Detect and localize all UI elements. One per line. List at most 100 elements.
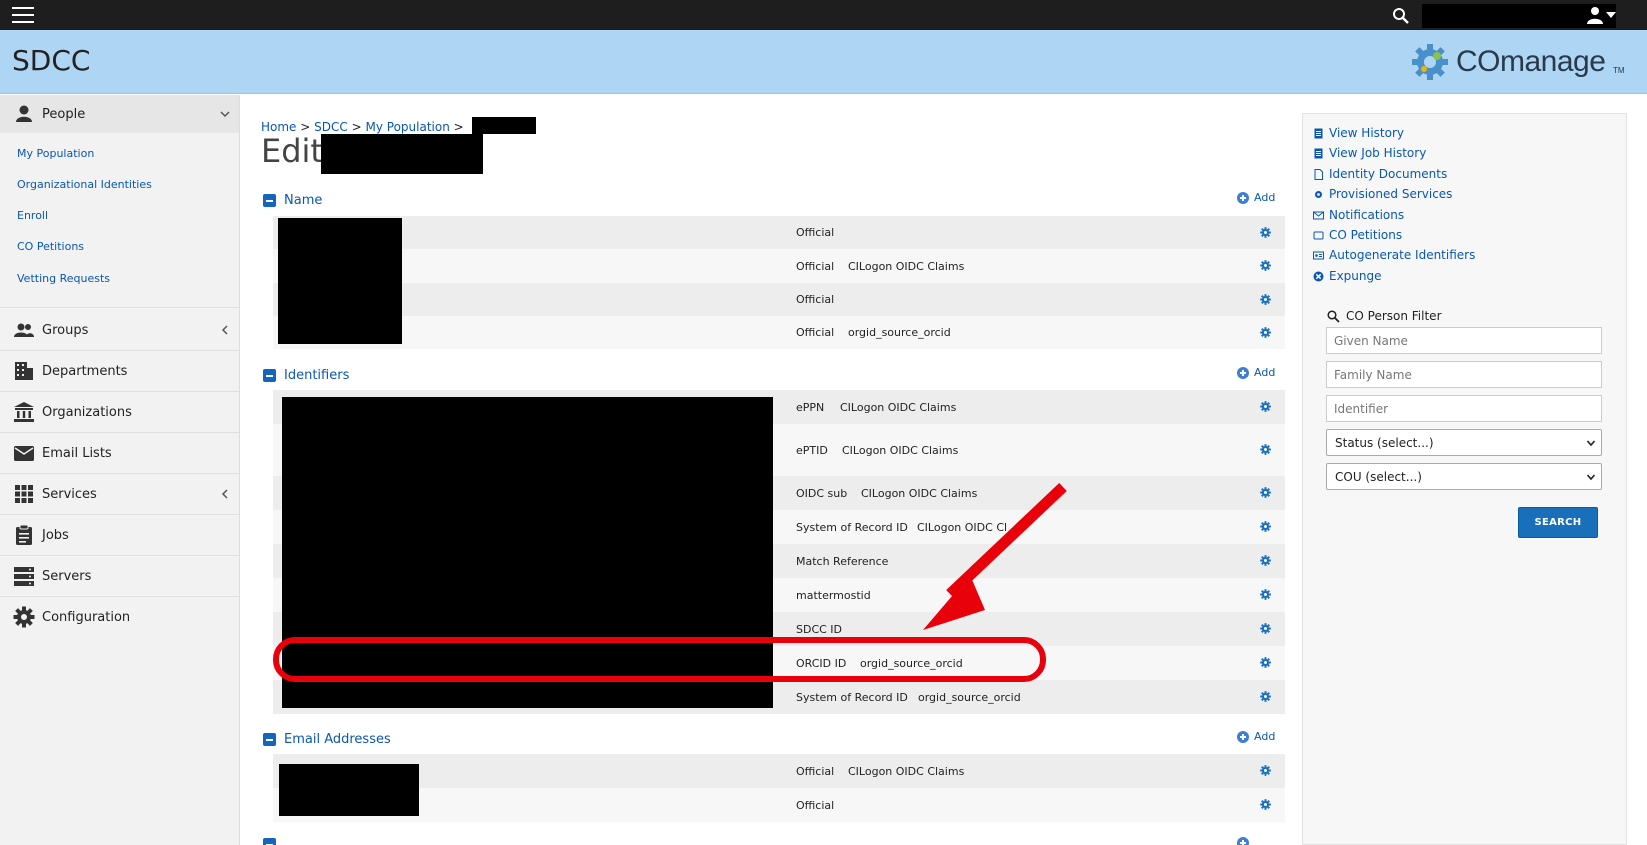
gear-icon[interactable] [1260, 691, 1271, 702]
sidebar-item-groups[interactable]: Groups [0, 311, 239, 349]
gear-icon[interactable] [1260, 765, 1271, 776]
add-next-link[interactable] [1237, 837, 1254, 845]
sidebar-subitem-organizational-identities[interactable]: Organizational Identities [17, 178, 152, 191]
link-label: CO Petitions [1329, 228, 1403, 242]
redacted-identifiers [282, 397, 773, 708]
divider [0, 514, 239, 515]
sidebar-item-email-lists[interactable]: Email Lists [0, 434, 239, 472]
sidebar-item-people[interactable]: People [0, 95, 239, 133]
expunge-link[interactable]: Expunge [1313, 269, 1382, 283]
menu-icon[interactable] [12, 7, 34, 23]
add-icon [1237, 366, 1249, 379]
identifier-input[interactable] [1326, 395, 1602, 422]
divider [0, 307, 239, 308]
gear-icon[interactable] [1260, 227, 1271, 238]
gear-icon[interactable] [1260, 555, 1271, 566]
identity-documents-link[interactable]: Identity Documents [1314, 167, 1448, 181]
link-label: View History [1329, 126, 1404, 140]
view-history-link[interactable]: View History [1314, 126, 1404, 140]
logo-trademark: TM [1613, 66, 1625, 75]
sidebar-item-departments[interactable]: Departments [0, 352, 239, 390]
sidebar-item-configuration[interactable]: Configuration [0, 598, 239, 636]
add-name-link[interactable]: Add [1237, 191, 1275, 204]
gear-icon[interactable] [1260, 401, 1271, 412]
cou-select[interactable]: COU (select...) [1326, 463, 1602, 490]
link-label: Provisioned Services [1329, 187, 1453, 201]
gear-icon[interactable] [1260, 294, 1271, 305]
email-type: Official [796, 764, 835, 778]
sidebar-item-jobs[interactable]: Jobs [0, 516, 239, 554]
sidebar-item-label: Jobs [42, 527, 69, 543]
next-section-toggle[interactable] [263, 838, 284, 845]
gear-logo-icon [1412, 44, 1448, 80]
gear-icon[interactable] [1260, 327, 1271, 338]
add-identifier-link[interactable]: Add [1237, 366, 1275, 379]
identifier-source: CILogon OIDC Claims [842, 443, 959, 457]
gear-icon[interactable] [1260, 260, 1271, 271]
breadcrumb-population-link[interactable]: My Population [366, 120, 450, 134]
name-row[interactable]: Official CILogon OIDC Claims [273, 249, 1285, 283]
institution-icon [14, 402, 34, 422]
sidebar-subitem-co-petitions[interactable]: CO Petitions [17, 240, 84, 253]
gear-icon[interactable] [1260, 521, 1271, 532]
chevron-left-icon [221, 325, 228, 335]
ticket-icon [1313, 231, 1324, 239]
clipboard-icon [16, 524, 32, 545]
provisioned-services-link[interactable]: Provisioned Services [1315, 187, 1453, 201]
link-label: View Job History [1329, 146, 1427, 160]
notifications-link[interactable]: Notifications [1313, 208, 1404, 222]
name-row[interactable]: Official orgid_source_orcid [273, 316, 1285, 349]
family-name-input[interactable] [1326, 361, 1602, 388]
user-menu-caret-icon[interactable] [1606, 12, 1616, 18]
view-job-history-link[interactable]: View Job History [1314, 146, 1427, 160]
gear-icon[interactable] [1260, 589, 1271, 600]
identifiers-section-toggle[interactable]: Identifiers [263, 368, 349, 383]
name-row[interactable]: Official [273, 283, 1285, 316]
gear-icon[interactable] [1260, 487, 1271, 498]
chevron-down-icon [220, 111, 230, 118]
sidebar-subitem-my-population[interactable]: My Population [17, 147, 94, 160]
id-card-icon [1313, 251, 1324, 259]
name-source: CILogon OIDC Claims [848, 259, 965, 273]
building-icon [15, 362, 33, 380]
sidebar-item-label: Servers [42, 568, 92, 584]
sidebar-subitem-vetting-requests[interactable]: Vetting Requests [17, 272, 110, 285]
sidebar-item-servers[interactable]: Servers [0, 557, 239, 595]
gear-icon[interactable] [1260, 657, 1271, 668]
autogenerate-identifiers-link[interactable]: Autogenerate Identifiers [1313, 248, 1475, 262]
email-section-toggle[interactable]: Email Addresses [263, 732, 391, 747]
name-source: orgid_source_orcid [848, 326, 951, 339]
status-select[interactable]: Status (select...) [1326, 429, 1602, 456]
identifier-type: ePPN [796, 400, 825, 414]
divider [0, 473, 239, 474]
email-row[interactable]: Official [273, 788, 1285, 822]
breadcrumb-separator: > [351, 120, 362, 134]
top-bar [0, 0, 1647, 30]
breadcrumb-separator: > [453, 120, 464, 134]
sidebar-item-organizations[interactable]: Organizations [0, 393, 239, 431]
add-icon [1237, 730, 1249, 743]
status-select-value: Status (select...) [1335, 435, 1434, 450]
gear-icon[interactable] [1260, 623, 1271, 634]
filter-heading: CO Person Filter [1327, 309, 1442, 323]
gear-icon[interactable] [1260, 444, 1271, 455]
name-section-toggle[interactable]: Name [263, 193, 322, 208]
redacted-person-name [321, 134, 483, 174]
add-icon [1237, 837, 1249, 845]
user-icon[interactable] [1586, 6, 1604, 24]
add-email-link[interactable]: Add [1237, 730, 1275, 743]
search-icon[interactable] [1392, 7, 1410, 25]
co-petitions-link[interactable]: CO Petitions [1313, 228, 1403, 242]
chevron-down-icon [1587, 474, 1595, 481]
email-type: Official [796, 798, 835, 812]
link-label: Identity Documents [1329, 167, 1448, 181]
sidebar-subitem-enroll[interactable]: Enroll [17, 209, 48, 222]
email-row[interactable]: Official CILogon OIDC Claims [273, 754, 1285, 788]
sidebar-item-services[interactable]: Services [0, 475, 239, 513]
name-row[interactable]: Official [273, 216, 1285, 249]
identifier-type: System of Record ID [796, 690, 908, 704]
name-type: Official [796, 293, 835, 306]
given-name-input[interactable] [1326, 327, 1602, 354]
search-button[interactable]: SEARCH [1518, 507, 1598, 538]
gear-icon[interactable] [1260, 799, 1271, 810]
